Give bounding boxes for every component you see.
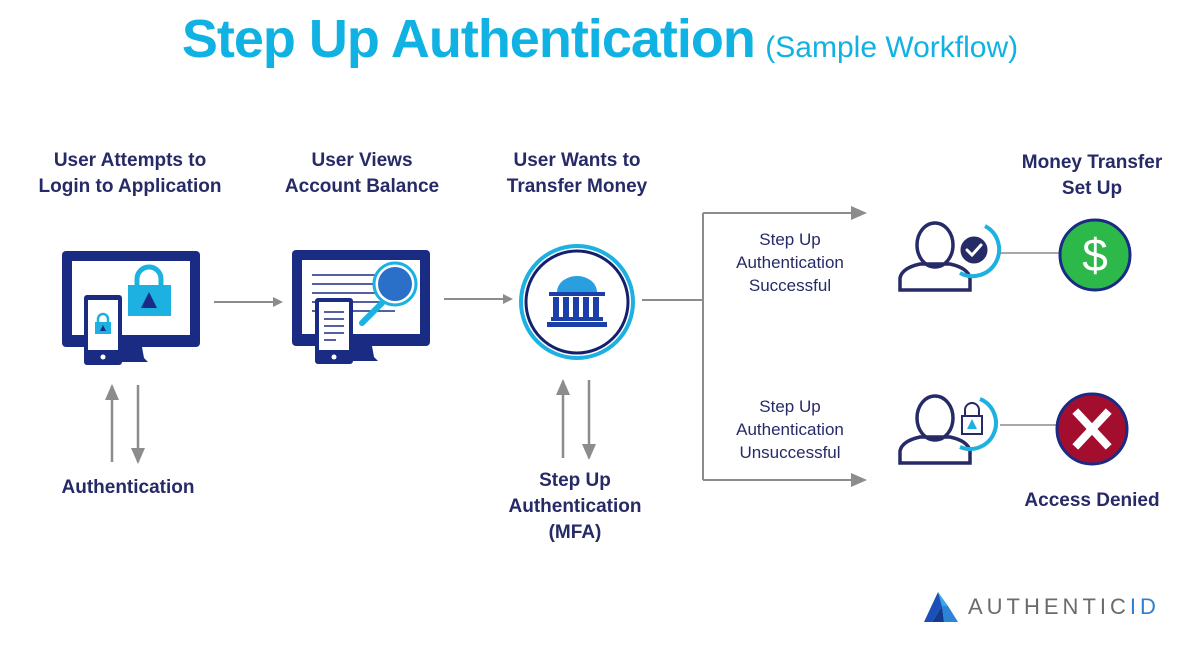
denied-x-icon [1055, 392, 1129, 466]
smartphone-icon [315, 298, 353, 364]
user-locked-icon [898, 394, 998, 465]
dollar-icon: $ [1058, 218, 1132, 292]
authenticid-logo: AUTHENTICID [924, 592, 1160, 622]
logo-text-main: AUTHENTIC [968, 594, 1130, 619]
logo-mark-icon [924, 592, 958, 622]
bank-icon [519, 244, 635, 360]
logo-text: AUTHENTICID [968, 594, 1160, 620]
branch-connector [642, 206, 867, 487]
monitor-with-lock-icon [62, 251, 200, 365]
user-verified-icon [898, 221, 1002, 292]
checkmark-badge [957, 233, 991, 267]
logo-text-id: ID [1129, 594, 1160, 619]
smartphone-icon [84, 295, 122, 365]
monitor-with-magnifier-icon [292, 250, 430, 364]
svg-text:$: $ [1082, 229, 1108, 281]
workflow-graphics: $ [62, 206, 1132, 487]
